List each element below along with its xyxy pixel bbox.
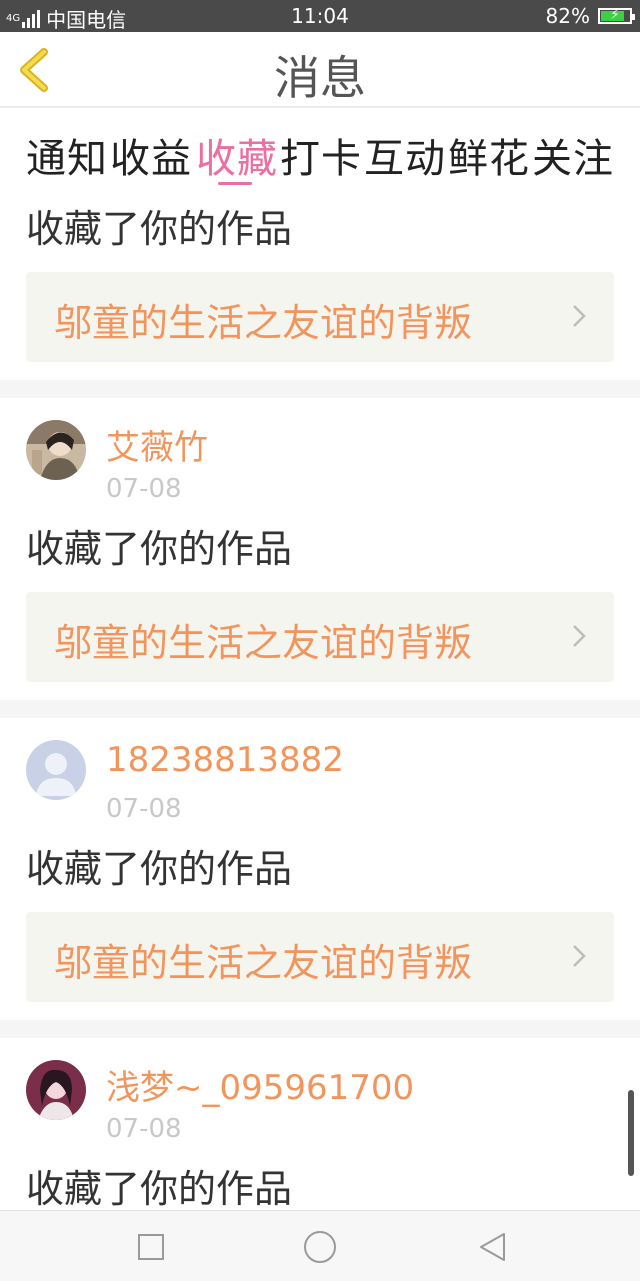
page-title: 消息 xyxy=(274,51,366,105)
divider xyxy=(0,1020,640,1038)
tab-notification[interactable]: 通知 xyxy=(26,126,108,184)
avatar[interactable] xyxy=(26,1060,86,1120)
message-date: 07-08 xyxy=(106,474,182,504)
status-bar: 4G 中国电信 11:04 82% ⚡ xyxy=(0,0,640,32)
message-action: 收藏了你的作品 xyxy=(26,847,293,891)
tab-follow[interactable]: 关注 xyxy=(532,126,614,184)
divider xyxy=(0,380,640,398)
list-item: 艾薇竹 07-08 收藏了你的作品 邬童的生活之友谊的背叛 xyxy=(0,398,640,682)
divider xyxy=(0,700,640,718)
message-date: 07-08 xyxy=(106,794,182,824)
tab-interaction[interactable]: 互动 xyxy=(364,126,446,184)
battery-icon: ⚡ xyxy=(598,7,635,24)
avatar[interactable] xyxy=(26,420,86,480)
list-item: 18238813882 07-08 收藏了你的作品 邬童的生活之友谊的背叛 xyxy=(0,718,640,1002)
scrollbar[interactable] xyxy=(628,1090,634,1176)
tab-bar: 通知 收益 收藏 打卡 互动 鲜花 关注 xyxy=(0,120,640,190)
user-name[interactable]: 艾薇竹 xyxy=(106,420,208,469)
work-link[interactable]: 邬童的生活之友谊的背叛 xyxy=(26,272,614,362)
work-title: 邬童的生活之友谊的背叛 xyxy=(54,941,473,985)
work-link[interactable]: 邬童的生活之友谊的背叛 xyxy=(26,592,614,682)
work-title: 邬童的生活之友谊的背叛 xyxy=(54,301,473,345)
system-nav-bar xyxy=(0,1210,640,1281)
chevron-right-icon xyxy=(573,945,586,967)
circle-icon[interactable] xyxy=(300,1227,340,1267)
user-photo-icon xyxy=(26,1060,86,1120)
chevron-right-icon xyxy=(573,625,586,647)
user-name[interactable]: 浅梦~_095961700 xyxy=(106,1060,414,1109)
work-link[interactable]: 邬童的生活之友谊的背叛 xyxy=(26,912,614,1002)
tab-favorites[interactable]: 收藏 xyxy=(196,126,278,184)
chevron-right-icon xyxy=(573,305,586,327)
triangle-back-icon[interactable] xyxy=(474,1229,510,1265)
tab-checkin[interactable]: 打卡 xyxy=(280,126,362,184)
clock: 11:04 xyxy=(291,4,349,28)
user-photo-icon xyxy=(26,420,86,480)
work-title: 邬童的生活之友谊的背叛 xyxy=(54,621,473,665)
message-date: 07-08 xyxy=(106,1114,182,1144)
tab-flowers[interactable]: 鲜花 xyxy=(448,126,530,184)
user-name[interactable]: 18238813882 xyxy=(106,740,344,780)
avatar[interactable] xyxy=(26,740,86,800)
battery-percent: 82% xyxy=(545,4,590,28)
message-action: 收藏了你的作品 xyxy=(26,207,293,251)
list-item: 收藏了你的作品 邬童的生活之友谊的背叛 xyxy=(0,190,640,362)
active-tab-indicator xyxy=(218,182,252,185)
app-bar: 消息 xyxy=(0,32,640,108)
default-avatar-icon xyxy=(26,740,86,800)
list-item: 浅梦~_095961700 07-08 收藏了你的作品 xyxy=(0,1038,640,1232)
tab-earnings[interactable]: 收益 xyxy=(110,126,192,184)
message-action: 收藏了你的作品 xyxy=(26,527,293,571)
message-list: 收藏了你的作品 邬童的生活之友谊的背叛 艾薇竹 07-08 收藏了你的作品 邬童… xyxy=(0,190,640,1232)
square-icon[interactable] xyxy=(133,1229,169,1265)
